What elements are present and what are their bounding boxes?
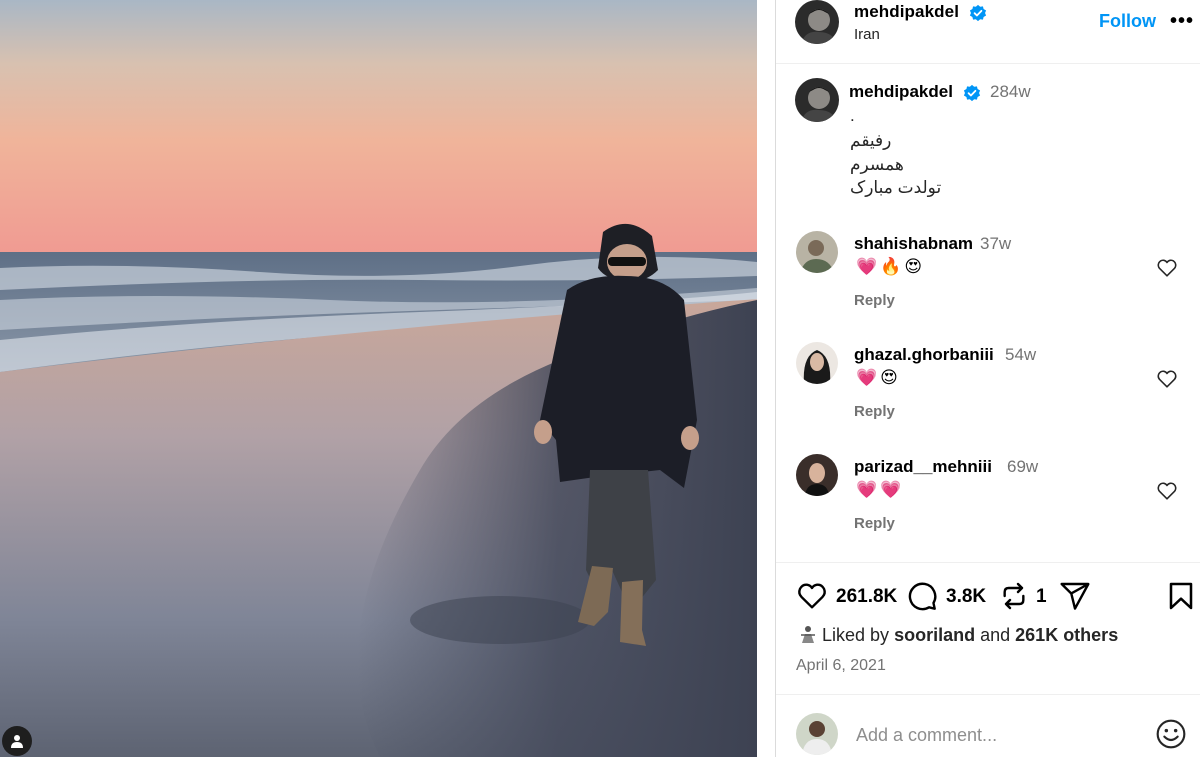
comment-heart-icon[interactable] — [1156, 480, 1178, 502]
photo-panel-gap — [757, 0, 775, 757]
post-header: mehdipakdel Iran Follow ••• — [776, 0, 1200, 64]
liked-by-prefix: Liked by — [822, 625, 890, 645]
person-tag-icon — [11, 735, 23, 748]
liked-by-connector: and — [980, 625, 1011, 645]
comment-timestamp[interactable]: 54w — [1005, 345, 1036, 365]
comment-box-separator — [776, 694, 1200, 695]
comment-timestamp[interactable]: 69w — [1007, 457, 1038, 477]
post-date[interactable]: April 6, 2021 — [796, 657, 886, 675]
comment-heart-icon[interactable] — [1156, 257, 1178, 279]
verified-badge-icon — [963, 84, 981, 102]
caption-line: رفیقم — [850, 131, 892, 150]
bookmark-icon[interactable] — [1165, 580, 1197, 612]
comment-text: 💗🔥😍 — [856, 257, 926, 276]
comment-text: 💗😍 — [856, 368, 901, 387]
comment-avatar[interactable] — [796, 342, 838, 384]
share-icon[interactable] — [1059, 580, 1091, 612]
comment-icon[interactable] — [906, 580, 938, 612]
comment-username[interactable]: ghazal.ghorbaniii — [854, 345, 994, 365]
comments-count[interactable]: 3.8K — [946, 586, 986, 608]
reply-button[interactable]: Reply — [854, 515, 895, 532]
caption-timestamp[interactable]: 284w — [990, 82, 1031, 102]
reply-button[interactable]: Reply — [854, 292, 895, 309]
verified-badge-icon — [969, 4, 987, 22]
comment-avatar[interactable] — [796, 454, 838, 496]
caption-line: همسرم — [850, 155, 904, 174]
caption-line: تولدت مبارک — [850, 178, 942, 197]
comment-heart-icon[interactable] — [1156, 368, 1178, 390]
repost-icon[interactable] — [998, 580, 1030, 612]
more-options-icon: ••• — [1170, 10, 1195, 32]
liked-by-avatar-icon — [798, 624, 818, 644]
more-options-button[interactable]: ••• — [1170, 10, 1194, 33]
comment-username[interactable]: shahishabnam — [854, 234, 973, 254]
author-avatar[interactable] — [795, 0, 839, 44]
comment-avatar[interactable] — [796, 231, 838, 273]
liked-by-user[interactable]: sooriland — [894, 625, 975, 645]
liked-by-row[interactable]: Liked by sooriland and 261K others — [798, 624, 1118, 646]
post-details-panel: mehdipakdel Iran Follow ••• mehdipakdel … — [776, 0, 1200, 757]
viewer-avatar — [796, 713, 838, 755]
reply-button[interactable]: Reply — [854, 403, 895, 420]
actions-separator — [776, 562, 1200, 563]
add-comment-input[interactable] — [856, 725, 1136, 746]
caption-line: . — [850, 106, 855, 125]
comment-username[interactable]: parizad__mehniii — [854, 457, 992, 477]
follow-button[interactable]: Follow — [1099, 11, 1156, 32]
reposts-count[interactable]: 1 — [1036, 586, 1047, 608]
likes-count[interactable]: 261.8K — [836, 586, 897, 608]
like-heart-icon[interactable] — [796, 580, 828, 612]
post-photo[interactable] — [0, 0, 757, 757]
liked-by-others[interactable]: 261K others — [1015, 625, 1118, 645]
comment-timestamp[interactable]: 37w — [980, 234, 1011, 254]
author-username[interactable]: mehdipakdel — [854, 2, 959, 22]
caption-username[interactable]: mehdipakdel — [849, 82, 953, 102]
post-location[interactable]: Iran — [854, 26, 880, 43]
comment-text: 💗💗 — [856, 480, 905, 499]
caption-avatar[interactable] — [795, 78, 839, 122]
beach-photo-image — [0, 0, 757, 757]
tagged-people-button[interactable] — [2, 726, 32, 756]
emoji-icon[interactable] — [1155, 718, 1187, 750]
